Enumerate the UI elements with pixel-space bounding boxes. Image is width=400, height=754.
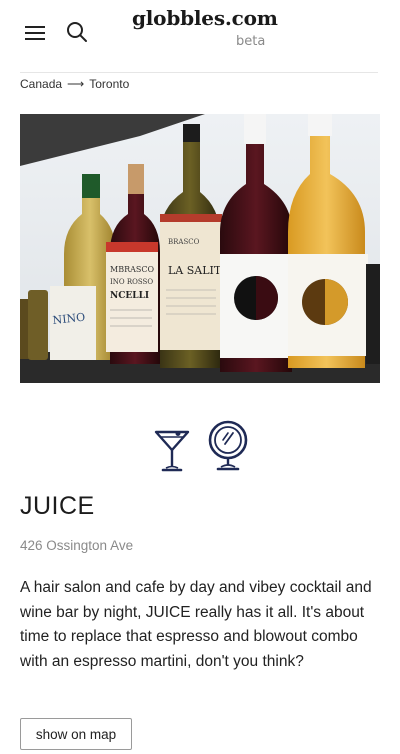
venue-address: 426 Ossington Ave: [20, 538, 134, 553]
header-divider: [20, 72, 378, 73]
site-header: globbles.com beta: [0, 0, 400, 72]
venue-feature-icons: [0, 418, 400, 474]
search-icon[interactable]: [65, 20, 89, 44]
svg-text:NCELLI: NCELLI: [110, 291, 149, 301]
menu-bar: [25, 32, 45, 34]
venue-name: JUICE: [20, 492, 95, 520]
svg-text:INO ROSSO: INO ROSSO: [110, 278, 153, 286]
show-on-map-button[interactable]: show on map: [20, 718, 132, 750]
breadcrumb: Canada ⟶ Toronto: [20, 77, 129, 91]
menu-bar: [25, 38, 45, 40]
svg-text:MBRASCO: MBRASCO: [110, 265, 154, 274]
svg-text:BRASCO: BRASCO: [168, 238, 200, 246]
menu-bar: [25, 26, 45, 28]
hand-mirror-icon: [205, 420, 251, 472]
hamburger-menu-icon[interactable]: [25, 22, 47, 42]
breadcrumb-arrow-icon: ⟶: [67, 77, 85, 91]
venue-photo: NINO MBRASCO INO ROSSO NCELLI BRASCO LA …: [20, 114, 380, 383]
venue-description: A hair salon and cafe by day and vibey c…: [20, 579, 372, 670]
cocktail-glass-icon: [153, 424, 191, 472]
breadcrumb-country[interactable]: Canada: [20, 77, 62, 91]
site-title-link[interactable]: globbles.com: [132, 6, 278, 30]
breadcrumb-city[interactable]: Toronto: [89, 77, 129, 91]
beta-badge: beta: [236, 34, 266, 49]
